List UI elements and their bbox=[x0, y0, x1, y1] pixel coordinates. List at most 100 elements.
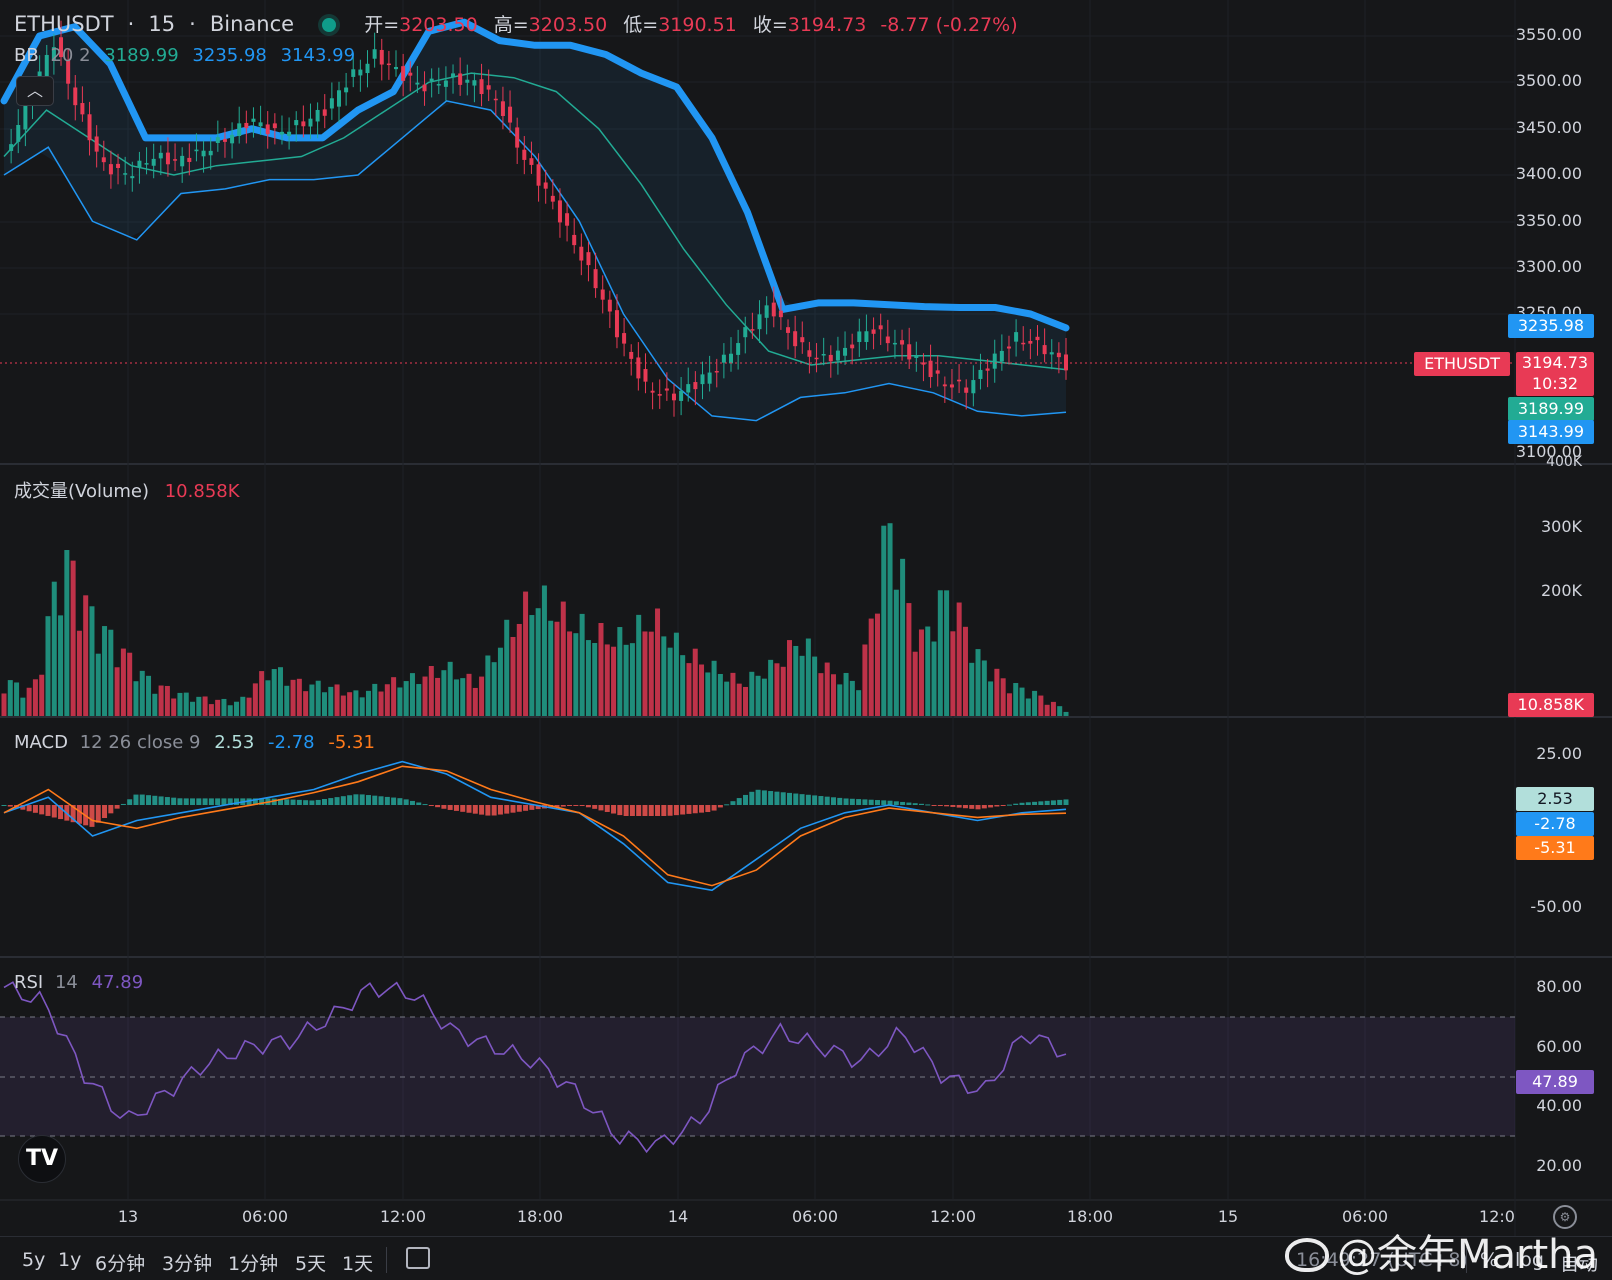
macd-histogram-bar bbox=[937, 805, 943, 806]
collapse-legend-button[interactable]: ︿ bbox=[16, 76, 54, 106]
volume-bar bbox=[234, 701, 240, 716]
candle-body bbox=[721, 354, 726, 363]
macd-legend[interactable]: MACD 12 26 close 9 2.53 -2.78 -5.31 bbox=[14, 732, 375, 753]
macd-histogram-bar bbox=[95, 805, 101, 823]
macd-histogram-bar bbox=[1019, 802, 1025, 805]
macd-histogram-bar bbox=[139, 794, 145, 805]
macd-histogram-bar bbox=[397, 798, 403, 805]
macd-histogram-bar bbox=[585, 805, 591, 808]
range-1m-button[interactable]: 1分钟 bbox=[228, 1249, 278, 1276]
range-1d-button[interactable]: 1天 bbox=[342, 1249, 373, 1276]
volume-bar bbox=[661, 636, 667, 716]
rsi-legend[interactable]: RSI 14 47.89 bbox=[14, 972, 143, 993]
macd-histogram-bar bbox=[692, 805, 698, 814]
candle-body bbox=[957, 379, 962, 382]
candle-body bbox=[885, 336, 890, 344]
macd-histogram-bar bbox=[925, 804, 931, 806]
volume-bar bbox=[26, 687, 32, 716]
volume-bar bbox=[453, 679, 459, 716]
market-status-icon[interactable] bbox=[322, 18, 337, 32]
volume-bar bbox=[862, 644, 868, 716]
candle-body bbox=[971, 380, 976, 394]
macd-histogram-bar bbox=[837, 797, 843, 805]
candle-body bbox=[572, 234, 577, 246]
bb-legend[interactable]: BB 20 2 3189.99 3235.98 3143.99 bbox=[14, 45, 355, 66]
volume-bar bbox=[535, 608, 541, 716]
macd-histogram-bar bbox=[516, 805, 522, 812]
macd-histogram-bar bbox=[529, 805, 535, 810]
volume-bar bbox=[108, 629, 114, 716]
macd-histogram-bar bbox=[460, 805, 466, 812]
candle-body bbox=[422, 84, 427, 92]
candle-body bbox=[187, 157, 192, 162]
bb-name: BB bbox=[14, 45, 39, 66]
volume-bar bbox=[673, 632, 679, 716]
bb-basis-tag: 3189.99 bbox=[1507, 397, 1594, 421]
candle-body bbox=[429, 78, 434, 82]
candle-body bbox=[294, 120, 299, 126]
symbol-legend[interactable]: ETHUSDT · 15 · Binance 开=3203.50 高=3203.… bbox=[14, 10, 1018, 37]
candle-body bbox=[165, 152, 170, 165]
volume-bar bbox=[944, 590, 950, 716]
candle-body bbox=[451, 73, 456, 78]
volume-bar bbox=[353, 690, 359, 716]
candle-body bbox=[87, 114, 92, 141]
macd-histogram-bar bbox=[824, 796, 830, 805]
open-value: 3203.50 bbox=[399, 14, 478, 36]
volume-bars bbox=[1, 523, 1069, 716]
macd-histogram-bar bbox=[787, 792, 793, 805]
candle-body bbox=[336, 90, 341, 107]
candle-body bbox=[365, 63, 370, 74]
macd-histogram-bar bbox=[686, 805, 692, 814]
candle-body bbox=[379, 49, 384, 65]
range-6m-button[interactable]: 6分钟 bbox=[95, 1249, 145, 1276]
candle-body bbox=[522, 149, 527, 160]
candle-body bbox=[700, 374, 705, 385]
volume-bar bbox=[296, 678, 302, 716]
volume-bar bbox=[881, 525, 887, 716]
chart-canvas[interactable] bbox=[0, 0, 1612, 1280]
macd-histogram-bar bbox=[893, 801, 899, 805]
volume-bar bbox=[830, 674, 836, 716]
volume-bar bbox=[20, 697, 26, 716]
candle-body bbox=[244, 122, 249, 129]
macd-histogram-bar bbox=[774, 791, 780, 805]
date-range-icon[interactable] bbox=[406, 1247, 430, 1269]
volume-bar bbox=[1025, 698, 1031, 716]
candle-body bbox=[329, 98, 334, 109]
bb-basis-value: 3189.99 bbox=[104, 45, 179, 66]
volume-bar bbox=[893, 589, 899, 716]
volume-bar bbox=[246, 697, 252, 716]
macd-histogram-bar bbox=[655, 805, 661, 816]
macd-histogram-bar bbox=[152, 795, 158, 805]
volume-bar bbox=[874, 613, 880, 716]
candle-body bbox=[486, 85, 491, 90]
candle-body bbox=[408, 72, 413, 76]
range-5d-button[interactable]: 5天 bbox=[295, 1249, 326, 1276]
volume-bar bbox=[912, 651, 918, 716]
candle-body bbox=[800, 337, 805, 343]
candle-body bbox=[1014, 332, 1019, 342]
volume-bar bbox=[1, 693, 7, 716]
candle-body bbox=[201, 150, 206, 157]
volume-bar bbox=[1019, 687, 1025, 716]
volume-bar bbox=[64, 550, 70, 716]
range-3m-button[interactable]: 3分钟 bbox=[162, 1249, 212, 1276]
macd-histogram-bar bbox=[604, 805, 610, 812]
macd-histogram-bar bbox=[988, 805, 994, 808]
volume-bar bbox=[183, 692, 189, 716]
volume-bar bbox=[215, 699, 221, 716]
candle-body bbox=[985, 368, 990, 371]
candle-body bbox=[536, 164, 541, 186]
candle-body bbox=[230, 134, 235, 144]
volume-legend[interactable]: 成交量(Volume) 10.858K bbox=[14, 477, 240, 503]
candle-body bbox=[786, 327, 791, 333]
tradingview-logo[interactable]: TV bbox=[18, 1135, 66, 1183]
macd-histogram-bar bbox=[617, 805, 623, 816]
volume-bar bbox=[548, 620, 554, 716]
range-5y-button[interactable]: 5y bbox=[22, 1249, 45, 1271]
candle-body bbox=[622, 333, 627, 344]
range-1y-button[interactable]: 1y bbox=[58, 1249, 81, 1271]
macd-histogram-bar bbox=[862, 799, 868, 805]
candle-body bbox=[707, 372, 712, 384]
